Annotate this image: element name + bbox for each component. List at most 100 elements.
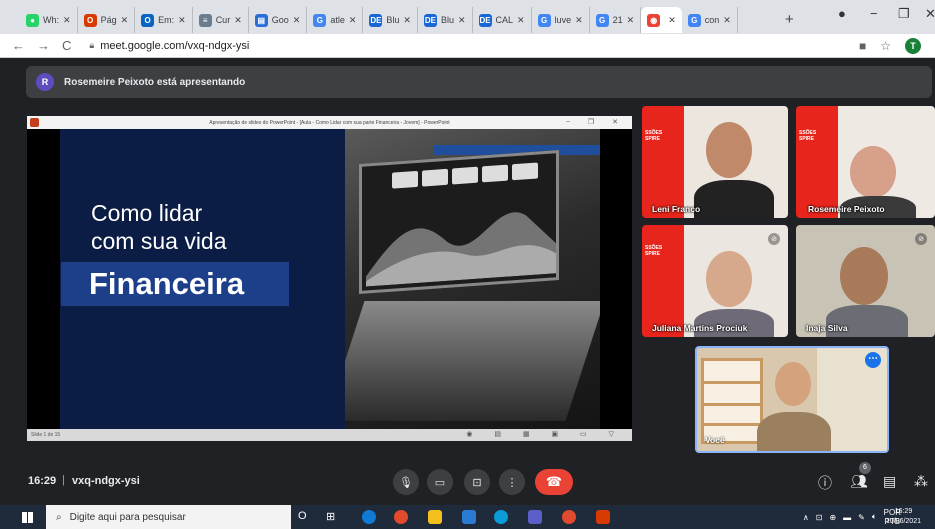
back-icon[interactable]: ← [12,38,25,53]
pen-icon[interactable]: ✎ [858,513,865,522]
participant-tile[interactable]: SSÕES SPIRE ⊘ Juliana Martins Prociuk [642,225,788,337]
clock-time: 16:29 [894,508,913,515]
close-tab-icon[interactable]: ✕ [121,15,129,26]
close-tab-icon[interactable]: ✕ [575,15,583,26]
taskbar-search-placeholder: Digite aqui para pesquisar [69,511,186,523]
slide-title-line1: Como lidar [91,200,203,226]
slide-title-line2: com sua vida [91,228,227,254]
edge-icon[interactable] [362,510,376,524]
meeting-details-icon[interactable]: ⓘ [818,473,832,493]
meeting-controls-bar: 16:29 | vxq-ndgx-ysi 🎙︎ ▭ ⊡ ⋮ ☎ ⓘ 👥︎ ▤ ⁂ [0,462,935,502]
forward-icon[interactable]: → [37,38,50,53]
close-tab-icon[interactable]: ✕ [458,15,466,26]
dashboard-area-chart [366,212,556,287]
browser-tab[interactable]: G 21 ✕ [590,7,642,33]
close-tab-icon[interactable]: ✕ [178,15,186,26]
browser-tab[interactable]: DE CAL ✕ [473,7,532,33]
browser-tab-label: con [704,15,720,25]
teams-icon[interactable] [528,510,542,524]
browser-tab[interactable]: ◉ ✕ [641,7,682,33]
network-icon[interactable]: ⊕ [829,513,836,522]
url-field[interactable]: 🔒︎ meet.google.com/vxq-ndgx-ysi [89,40,249,52]
windows-start-icon[interactable] [22,512,33,523]
google-docs-icon: ▤ [254,13,268,27]
muted-mic-icon: ⊘ [768,233,780,245]
browser-tab[interactable]: DE Blu ✕ [418,7,473,33]
dashboard-kpi [452,166,478,185]
volume-icon[interactable]: 🔈︎ [872,512,877,522]
restore-button[interactable]: ❐ [898,6,910,22]
browser-tab[interactable]: DE Blu ✕ [363,7,418,33]
present-screen-button[interactable]: ⊡ [464,469,490,495]
tab-search-icon[interactable]: ● [838,6,846,21]
participant-face [850,146,896,198]
participant-name: Rosemeire Peixoto [808,204,885,214]
close-tab-icon[interactable]: ✕ [234,15,242,26]
browser-tab[interactable]: O Em: ✕ [135,7,193,33]
file-explorer-icon[interactable] [428,510,442,524]
more-options-icon[interactable]: ⋯ [865,352,881,368]
participant-tile[interactable]: SSÕES SPIRE Leni Franco [642,106,788,218]
store-icon[interactable] [462,510,476,524]
camera-icon[interactable]: ■ [859,39,866,53]
windows-taskbar: ⌕ Digite aqui para pesquisar O ⊞ ∧ ⊡ ⊕ ▬… [0,505,935,529]
powerpoint-icon [30,118,39,127]
url-text[interactable]: meet.google.com/vxq-ndgx-ysi [100,40,249,52]
taskbar-clock[interactable]: 16:29 10/06/2021 [886,507,921,527]
close-tab-icon[interactable]: ✕ [517,15,525,26]
browser-tab[interactable]: ● Wh: ✕ [20,7,78,33]
close-window-button[interactable]: ✕ [925,6,935,22]
participant-tile[interactable]: SSÕES SPIRE Rosemeire Peixoto [796,106,935,218]
more-options-button[interactable]: ⋮ [499,469,525,495]
close-tab-icon[interactable]: ✕ [63,15,71,26]
browser-tab[interactable]: O Pág ✕ [78,7,136,33]
participant-body [694,180,774,218]
whatsapp-icon: ● [26,13,39,27]
close-tab-icon[interactable]: ✕ [723,15,731,26]
dashboard-kpi [512,162,538,181]
chrome-icon[interactable] [562,510,576,524]
bookmark-star-icon[interactable]: ☆ [880,39,891,53]
outlook-icon: O [141,13,155,27]
slide-title-highlight: Financeira [61,262,289,306]
new-tab-button[interactable]: + [775,11,804,28]
activities-icon[interactable]: ⁂ [914,473,928,490]
browser-tab[interactable]: ▤ Goo ✕ [249,7,308,33]
close-tab-icon[interactable]: ✕ [668,15,676,26]
close-tab-icon[interactable]: ✕ [349,15,357,26]
participant-tile[interactable]: ⊘ Inaja Silva [796,225,935,337]
close-tab-icon[interactable]: ✕ [293,15,301,26]
cortana-icon[interactable]: O [298,510,312,524]
slideshow-controls[interactable]: ◉ ▤ ▦ ▣ ▭ ▽ [466,429,624,441]
chrome-icon[interactable] [394,510,408,524]
task-view-icon[interactable]: ⊞ [326,510,340,524]
profile-avatar[interactable]: T [905,38,921,54]
tray-chevron-icon[interactable]: ∧ [803,513,809,522]
close-tab-icon[interactable]: ✕ [627,15,635,26]
end-call-button[interactable]: ☎ [535,469,573,495]
tray-app-icon[interactable]: ⊡ [816,513,823,522]
skype-icon[interactable] [494,510,508,524]
browser-tab-label: luve [554,15,572,25]
self-label: Você [705,435,725,445]
shared-screen: Apresentação de slides do PowerPoint - [… [27,116,632,441]
camera-button[interactable]: ▭ [427,469,453,495]
self-view-tile[interactable]: Você ⋯ [695,346,889,453]
reload-icon[interactable]: C [62,38,71,53]
browser-tab[interactable]: Gcon ✕ [682,7,738,33]
battery-icon[interactable]: ▬ [843,513,851,522]
participant-face [840,247,888,305]
powerpoint-taskbar-icon[interactable] [596,510,610,524]
google-icon: G [313,13,327,27]
presenter-text: Rosemeire Peixoto está apresentando [64,76,246,88]
close-tab-icon[interactable]: ✕ [403,15,411,26]
browser-tab[interactable]: Gluve ✕ [532,7,590,33]
chat-icon[interactable]: ▤ [883,473,896,490]
de-icon: DE [478,13,492,27]
minimize-button[interactable]: − [870,6,878,21]
browser-tab[interactable]: ≡ Cur ✕ [193,7,249,33]
taskbar-search-box[interactable]: ⌕ Digite aqui para pesquisar [46,505,291,529]
browser-tab[interactable]: Gatle ✕ [307,7,364,33]
microphone-button[interactable]: 🎙︎ [393,469,419,495]
people-icon[interactable]: 👥︎ [850,473,868,490]
